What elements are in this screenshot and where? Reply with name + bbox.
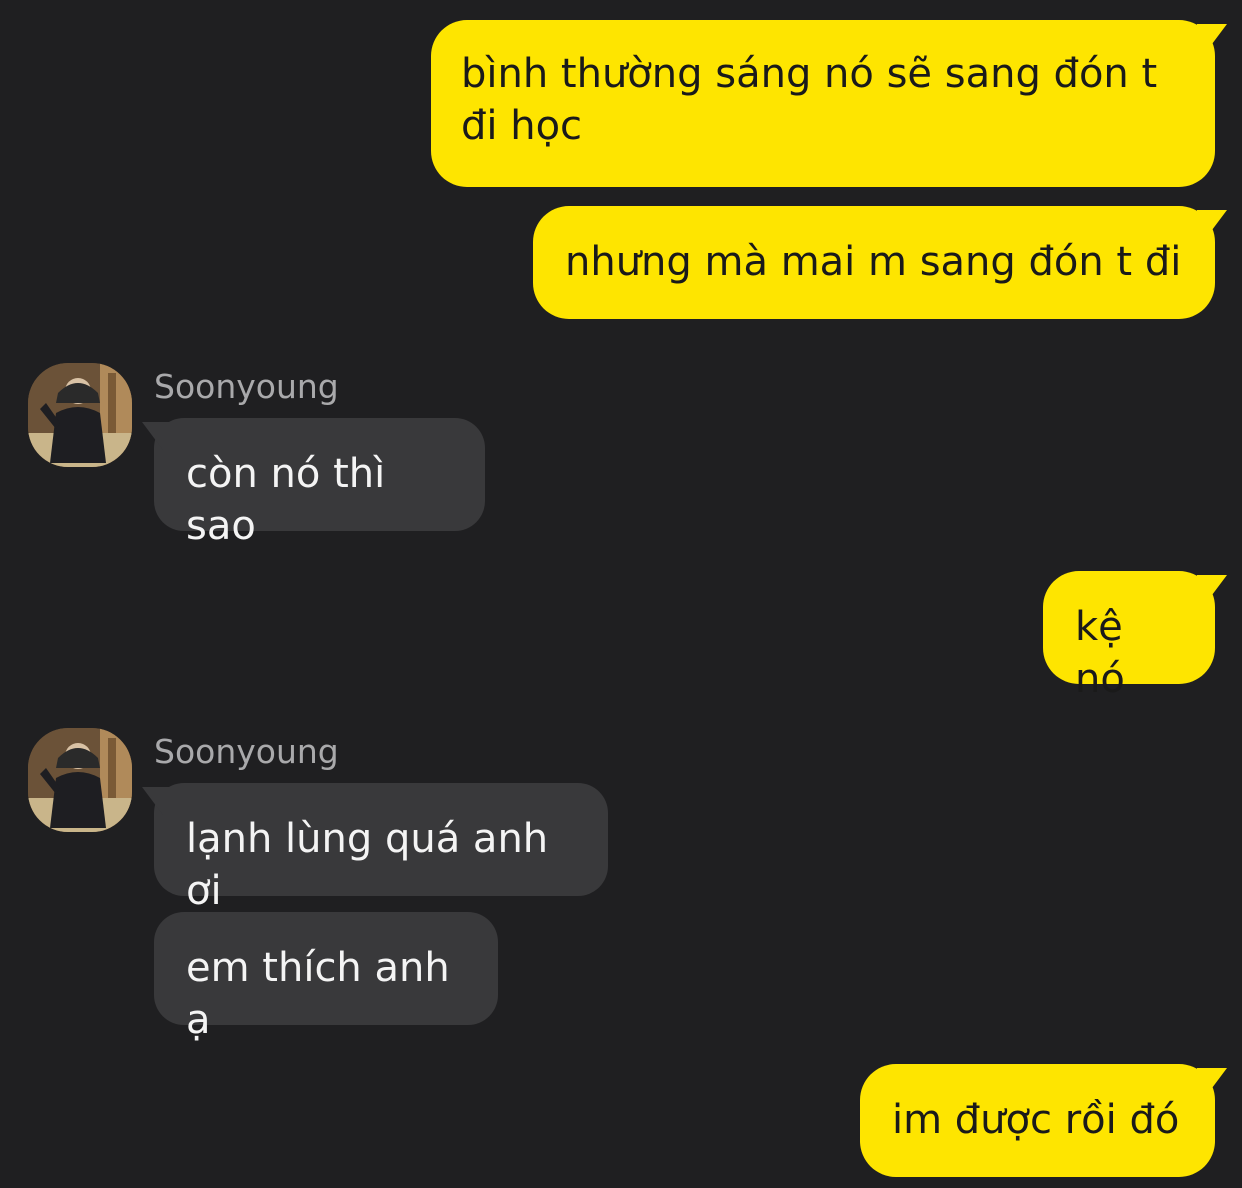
message-text: lạnh lùng quá anh ơi (186, 816, 549, 914)
message-text: em thích anh ạ (186, 945, 450, 1043)
avatar-photo-icon (28, 363, 132, 467)
message-text: im được rồi đó (892, 1097, 1180, 1143)
chat-thread: bình thường sáng nó sẽ sang đón t đi học… (0, 0, 1242, 1188)
message-text: nhưng mà mai m sang đón t đi (565, 239, 1182, 285)
incoming-message-bubble[interactable]: em thích anh ạ (154, 912, 498, 1043)
outgoing-message-bubble[interactable]: kệ nó (1043, 571, 1215, 702)
incoming-message-bubble[interactable]: còn nó thì sao (154, 418, 485, 549)
outgoing-message-bubble[interactable]: im được rồi đó (860, 1064, 1215, 1177)
incoming-message-bubble[interactable]: lạnh lùng quá anh ơi (154, 783, 608, 914)
sender-name: Soonyoung (154, 367, 339, 406)
message-text: bình thường sáng nó sẽ sang đón t đi học (461, 51, 1158, 149)
sender-name: Soonyoung (154, 732, 339, 771)
message-text: còn nó thì sao (186, 451, 386, 549)
outgoing-message-bubble[interactable]: nhưng mà mai m sang đón t đi (533, 206, 1215, 319)
sender-avatar[interactable] (28, 363, 132, 467)
sender-avatar[interactable] (28, 728, 132, 832)
avatar-photo-icon (28, 728, 132, 832)
outgoing-message-bubble[interactable]: bình thường sáng nó sẽ sang đón t đi học (431, 20, 1215, 187)
message-text: kệ nó (1075, 604, 1125, 702)
